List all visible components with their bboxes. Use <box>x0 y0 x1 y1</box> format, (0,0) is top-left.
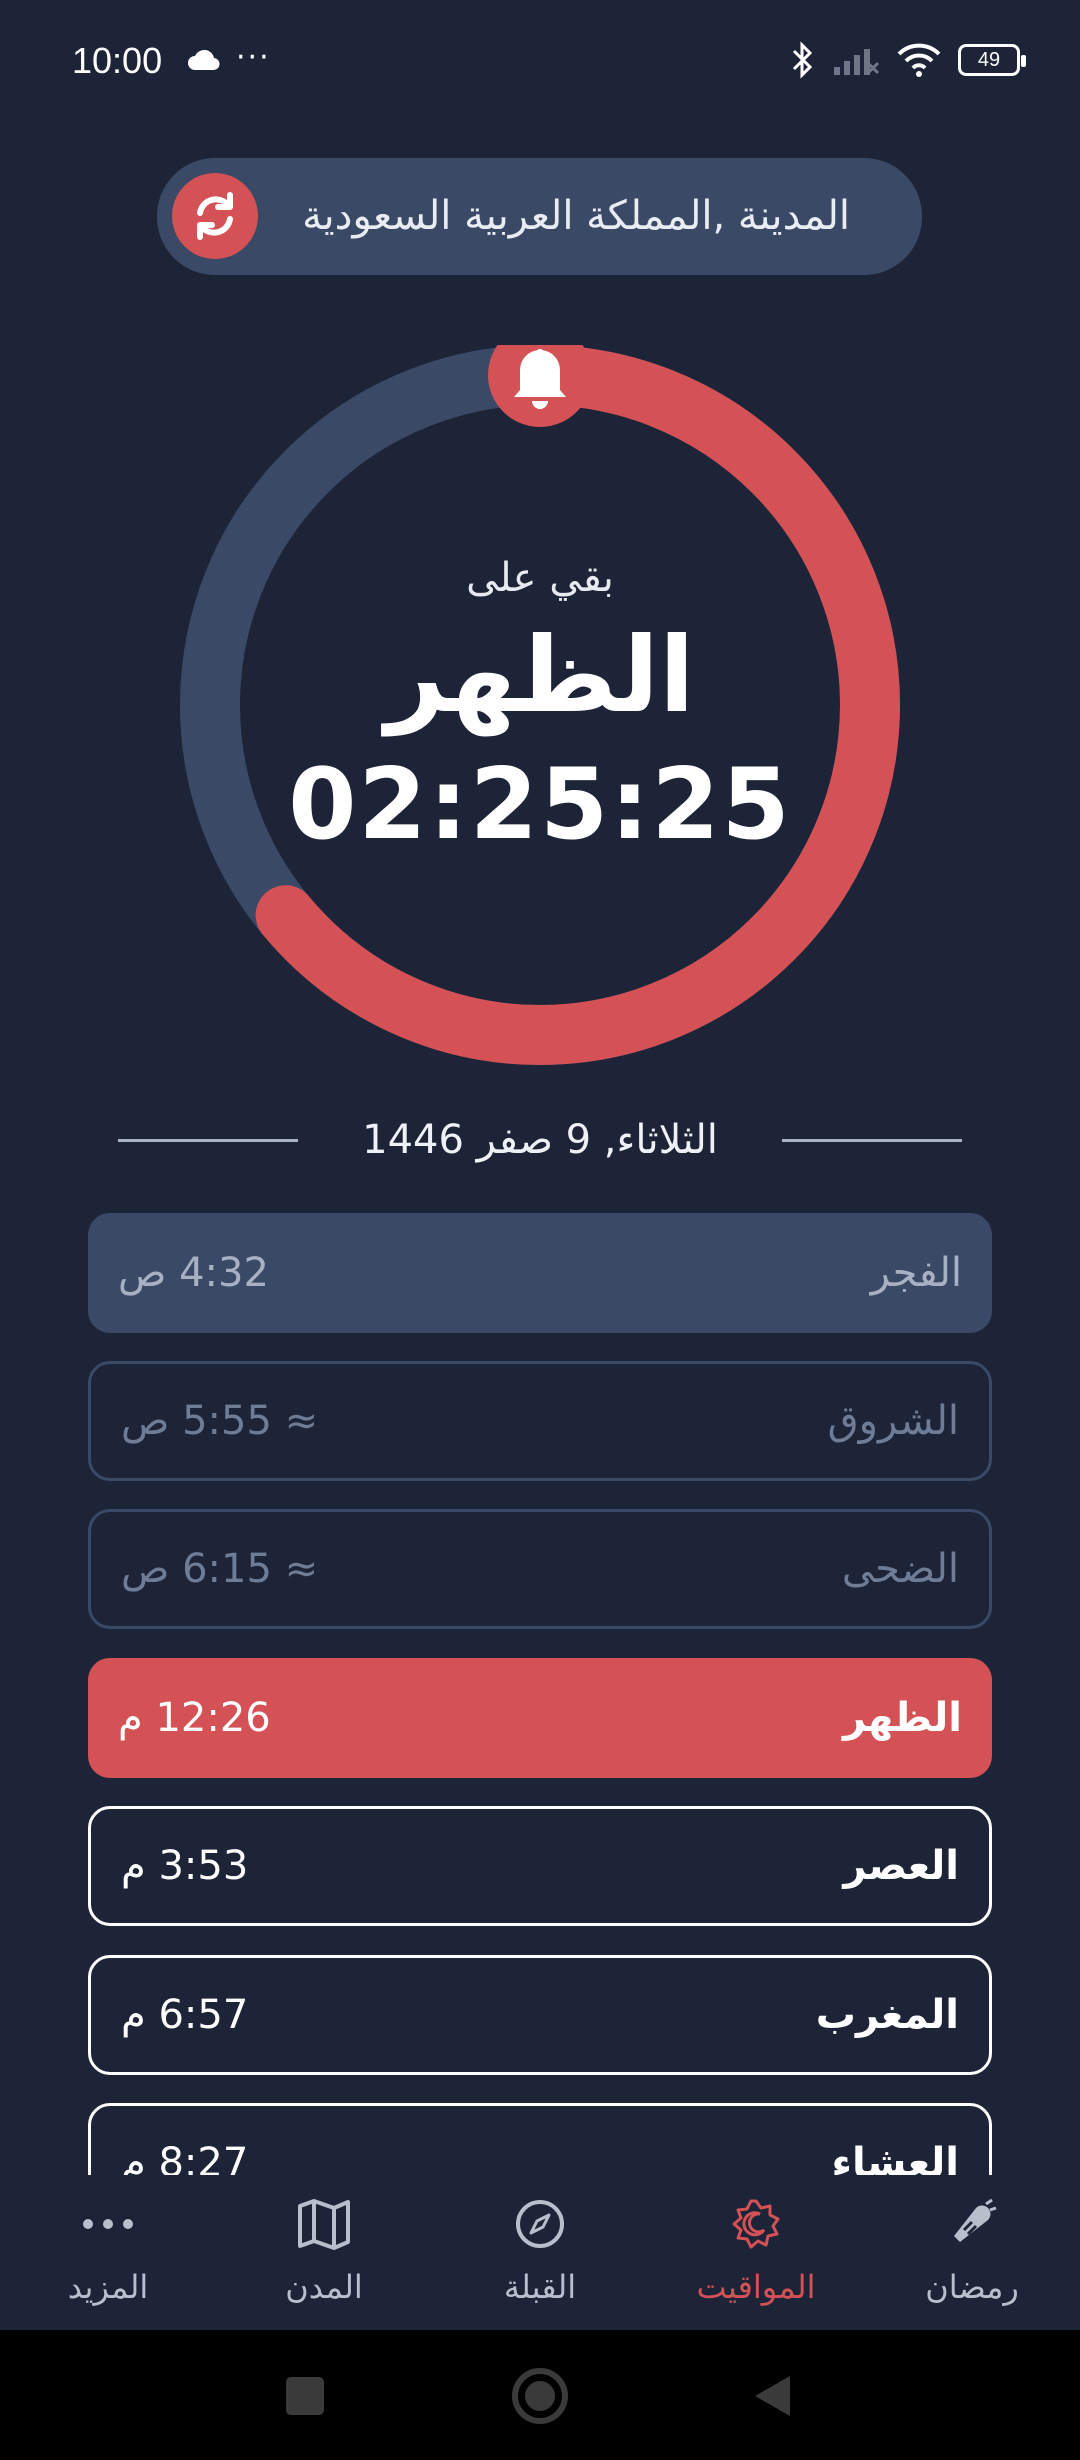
prayer-name: الظهر <box>843 1695 962 1741</box>
bell-marker[interactable] <box>488 345 592 427</box>
prayer-name: المغرب <box>815 1992 959 2038</box>
nav-label: رمضان <box>925 2268 1019 2306</box>
prayer-row-isha[interactable]: العشاء 8:27 م <box>88 2103 992 2175</box>
map-icon <box>294 2194 354 2254</box>
recents-button[interactable] <box>286 2377 324 2415</box>
back-icon <box>755 2376 790 2416</box>
location-label: المدينة ,المملكة العربية السعودية <box>302 193 850 239</box>
prayer-times-list: الفجر 4:32 ص الشروق ≈ 5:55 ص الضحى ≈ 6:1… <box>88 1213 992 2175</box>
prayer-row-sunrise[interactable]: الشروق ≈ 5:55 ص <box>88 1361 992 1481</box>
date-divider-left <box>118 1139 298 1142</box>
battery-level: 49 <box>977 48 1001 71</box>
nav-label: المزيد <box>67 2268 149 2306</box>
system-nav-buttons <box>286 2368 790 2424</box>
bottom-navigation: المزيد المدن القبلة المواقيت رمضان <box>0 2178 1080 2330</box>
prayer-time: 6:57 م <box>121 1992 249 2038</box>
back-button[interactable] <box>755 2376 790 2416</box>
nav-cities[interactable]: المدن <box>216 2178 432 2330</box>
bluetooth-icon <box>792 41 813 79</box>
more-dots-icon <box>78 2194 138 2254</box>
prayer-name: الفجر <box>870 1250 962 1296</box>
date-row: الثلاثاء, 9 صفر 1446 <box>118 1110 962 1170</box>
remaining-label: بقي على <box>466 555 614 601</box>
date-divider-right <box>782 1139 962 1142</box>
battery-indicator: 49 <box>958 44 1026 76</box>
next-prayer-name: الظهر <box>385 614 695 736</box>
nav-prayer-times[interactable]: المواقيت <box>648 2178 864 2330</box>
nav-label: المدن <box>285 2268 363 2306</box>
countdown-timer: 02:25:25 <box>288 748 792 862</box>
nav-label: المواقيت <box>696 2268 816 2306</box>
prayer-time: ≈ 6:15 ص <box>121 1546 319 1592</box>
prayer-time: 4:32 ص <box>118 1250 269 1296</box>
compass-icon <box>510 2194 570 2254</box>
hijri-date: الثلاثاء, 9 صفر 1446 <box>362 1117 718 1163</box>
cloud-icon <box>188 49 220 71</box>
prayer-name: الضحى <box>841 1546 959 1592</box>
prayer-time: ≈ 5:55 ص <box>121 1398 319 1444</box>
system-navigation-bar <box>0 2330 1080 2460</box>
prayer-time: 12:26 م <box>118 1695 271 1741</box>
status-bar: 10:00 ··· 49 <box>0 0 1080 130</box>
prayer-name: العصر <box>843 1843 959 1889</box>
status-icons: 49 <box>790 40 1026 80</box>
prayer-name: الشروق <box>827 1398 959 1444</box>
signal-icon <box>834 49 880 75</box>
nav-ramadan[interactable]: رمضان <box>864 2178 1080 2330</box>
prayer-row-maghrib[interactable]: المغرب 6:57 م <box>88 1955 992 2075</box>
refresh-location-button[interactable] <box>172 173 258 259</box>
prayer-row-duha[interactable]: الضحى ≈ 6:15 ص <box>88 1509 992 1629</box>
status-time: 10:00 <box>72 40 163 81</box>
nav-more[interactable]: المزيد <box>0 2178 216 2330</box>
refresh-icon <box>197 192 233 240</box>
more-notifications-icon: ··· <box>236 40 271 75</box>
prayer-time: 3:53 م <box>121 1843 249 1889</box>
prayer-time: 8:27 م <box>121 2140 249 2175</box>
prayer-name: العشاء <box>831 2140 959 2175</box>
prayer-row-fajr[interactable]: الفجر 4:32 ص <box>88 1213 992 1333</box>
home-button[interactable] <box>512 2368 568 2424</box>
nav-qibla[interactable]: القبلة <box>432 2178 648 2330</box>
lantern-icon <box>942 2194 1002 2254</box>
nav-label: القبلة <box>503 2268 577 2306</box>
crescent-sun-icon <box>726 2194 786 2254</box>
location-selector[interactable]: المدينة ,المملكة العربية السعودية <box>157 158 922 275</box>
wifi-icon <box>897 43 941 77</box>
recents-icon <box>286 2377 324 2415</box>
prayer-row-dhuhr[interactable]: الظهر 12:26 م <box>88 1658 992 1778</box>
prayer-row-asr[interactable]: العصر 3:53 م <box>88 1806 992 1926</box>
